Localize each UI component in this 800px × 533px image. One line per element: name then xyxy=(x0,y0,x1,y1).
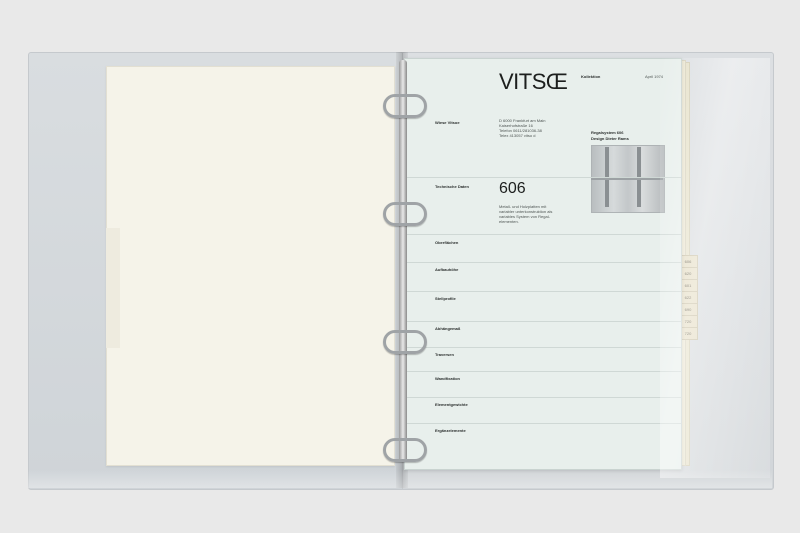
row-label: Oberflächen xyxy=(435,240,459,245)
binder-ring xyxy=(383,202,427,226)
divider xyxy=(405,291,681,292)
divider xyxy=(405,234,681,235)
brand-logo: VITSŒ xyxy=(499,69,568,94)
left-page-tab-edge xyxy=(106,228,120,348)
row-label: Abhängemaß xyxy=(435,326,461,331)
model-number: 606 xyxy=(499,180,526,197)
binder-ring xyxy=(383,94,427,118)
divider xyxy=(405,423,681,424)
intro-line: elementen. xyxy=(499,219,519,224)
divider xyxy=(405,397,681,398)
company-name: Wiese Vitsoe xyxy=(435,120,460,125)
row-label: Wandfixation xyxy=(435,376,460,381)
divider xyxy=(405,262,681,263)
row-label: Elementgewichte xyxy=(435,402,468,407)
binder-bottom-edge xyxy=(28,470,772,488)
binder-ring xyxy=(383,330,427,354)
row-label: Aufbauhöhe xyxy=(435,267,459,272)
divider xyxy=(405,177,681,178)
address-line: Telex 413057 vitso d xyxy=(499,133,536,138)
ring-mechanism-bar xyxy=(399,60,407,462)
designer: Design Dieter Rams xyxy=(591,136,629,141)
row-label: Ergänzelemente xyxy=(435,428,466,433)
sheet-date: April 1974 xyxy=(645,74,664,79)
section-label: Technische Daten xyxy=(435,184,469,189)
row-label: Stellprofile xyxy=(435,296,456,301)
row-label: Traversen xyxy=(435,352,454,357)
divider xyxy=(405,347,681,348)
brand-subtitle: Kollektion xyxy=(581,74,601,79)
divider xyxy=(405,321,681,322)
binder-ring xyxy=(383,438,427,462)
product-data-sheet: VITSŒ Kollektion April 1974 Wiese Vitsoe… xyxy=(404,58,682,470)
blank-left-page xyxy=(106,66,395,466)
divider xyxy=(405,371,681,372)
